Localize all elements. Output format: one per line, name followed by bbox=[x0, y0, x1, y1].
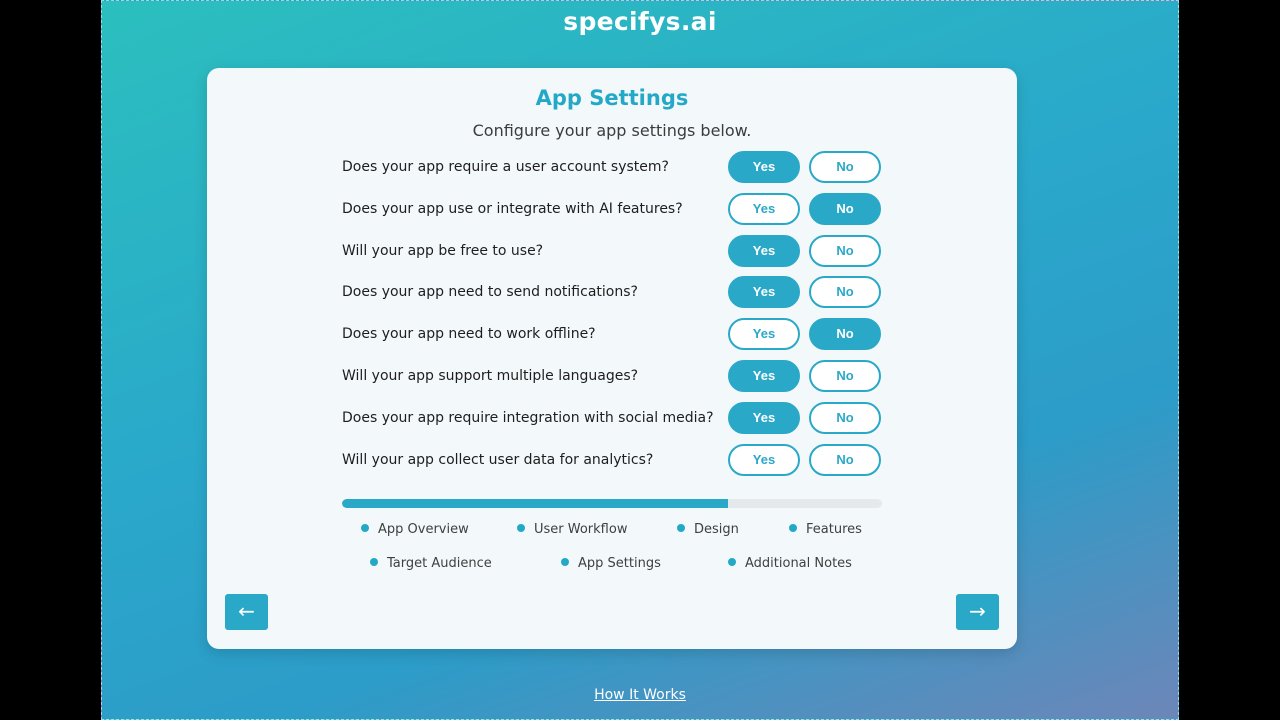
dot-icon bbox=[370, 558, 378, 566]
question-row: Does your app require a user account sys… bbox=[342, 151, 882, 185]
step-target-audience[interactable]: Target Audience bbox=[370, 556, 492, 571]
brand-logo[interactable]: specifys.ai bbox=[102, 7, 1178, 36]
dot-icon bbox=[728, 558, 736, 566]
no-button[interactable]: No bbox=[809, 151, 881, 183]
no-button[interactable]: No bbox=[809, 276, 881, 309]
step-user-workflow[interactable]: User Workflow bbox=[517, 522, 627, 537]
dot-icon bbox=[561, 558, 569, 566]
progress-fill bbox=[342, 499, 728, 508]
yes-button[interactable]: Yes bbox=[728, 276, 800, 309]
step-label: Target Audience bbox=[387, 556, 492, 571]
question-text: Does your app need to send notifications… bbox=[342, 284, 638, 301]
step-additional-notes[interactable]: Additional Notes bbox=[728, 556, 852, 571]
no-button[interactable]: No bbox=[809, 318, 881, 351]
question-text: Does your app require a user account sys… bbox=[342, 159, 669, 175]
dot-icon bbox=[517, 524, 525, 532]
no-button[interactable]: No bbox=[809, 234, 881, 267]
arrow-left-icon: ← bbox=[238, 599, 255, 623]
how-it-works-link[interactable]: How It Works bbox=[594, 687, 686, 703]
question-text: Does your app require integration with s… bbox=[342, 409, 714, 426]
yes-button[interactable]: Yes bbox=[728, 192, 800, 225]
no-button[interactable]: No bbox=[809, 401, 881, 434]
step-app-overview[interactable]: App Overview bbox=[361, 522, 469, 537]
footer: How It Works bbox=[102, 684, 1178, 703]
question-row: Will your app be free to use? Yes No bbox=[342, 234, 882, 269]
settings-card: App Settings Configure your app settings… bbox=[207, 68, 1017, 649]
question-row: Does your app use or integrate with AI f… bbox=[342, 192, 882, 227]
question-row: Will your app collect user data for anal… bbox=[342, 443, 882, 478]
page-subtitle: Configure your app settings below. bbox=[472, 121, 752, 140]
question-row: Will your app support multiple languages… bbox=[342, 360, 882, 394]
step-design[interactable]: Design bbox=[677, 522, 739, 537]
question-text: Does your app use or integrate with AI f… bbox=[342, 200, 683, 217]
question-text: Will your app be free to use? bbox=[342, 242, 544, 259]
yes-button[interactable]: Yes bbox=[728, 401, 800, 434]
question-row: Does your app need to send notifications… bbox=[342, 276, 882, 310]
dot-icon bbox=[789, 524, 797, 532]
step-features[interactable]: Features bbox=[789, 522, 862, 537]
question-text: Will your app support multiple languages… bbox=[342, 368, 639, 384]
next-button[interactable]: → bbox=[956, 594, 999, 630]
yes-button[interactable]: Yes bbox=[728, 360, 800, 392]
no-button[interactable]: No bbox=[809, 443, 881, 476]
yes-button[interactable]: Yes bbox=[728, 443, 800, 476]
page-title: App Settings bbox=[535, 86, 689, 110]
app-viewport: specifys.ai App Settings Configure your … bbox=[101, 0, 1179, 720]
step-label: Additional Notes bbox=[745, 556, 852, 571]
dot-icon bbox=[677, 524, 685, 532]
yes-button[interactable]: Yes bbox=[728, 234, 800, 267]
step-label: App Settings bbox=[578, 556, 661, 571]
step-label: Design bbox=[694, 522, 739, 537]
yes-button[interactable]: Yes bbox=[728, 318, 800, 351]
prev-button[interactable]: ← bbox=[225, 594, 268, 630]
step-label: User Workflow bbox=[534, 522, 628, 537]
step-app-settings[interactable]: App Settings bbox=[561, 556, 661, 571]
no-button[interactable]: No bbox=[809, 192, 881, 225]
question-text: Does your app need to work offline? bbox=[342, 326, 596, 343]
dot-icon bbox=[361, 524, 369, 532]
question-row: Does your app need to work offline? Yes No bbox=[342, 318, 882, 352]
step-label: App Overview bbox=[378, 522, 469, 537]
no-button[interactable]: No bbox=[809, 360, 881, 392]
arrow-right-icon: → bbox=[969, 599, 986, 623]
question-text: Will your app collect user data for anal… bbox=[342, 451, 654, 468]
step-label: Features bbox=[806, 522, 862, 537]
yes-button[interactable]: Yes bbox=[728, 151, 800, 183]
question-row: Does your app require integration with s… bbox=[342, 401, 882, 436]
progress-bar bbox=[342, 499, 882, 508]
